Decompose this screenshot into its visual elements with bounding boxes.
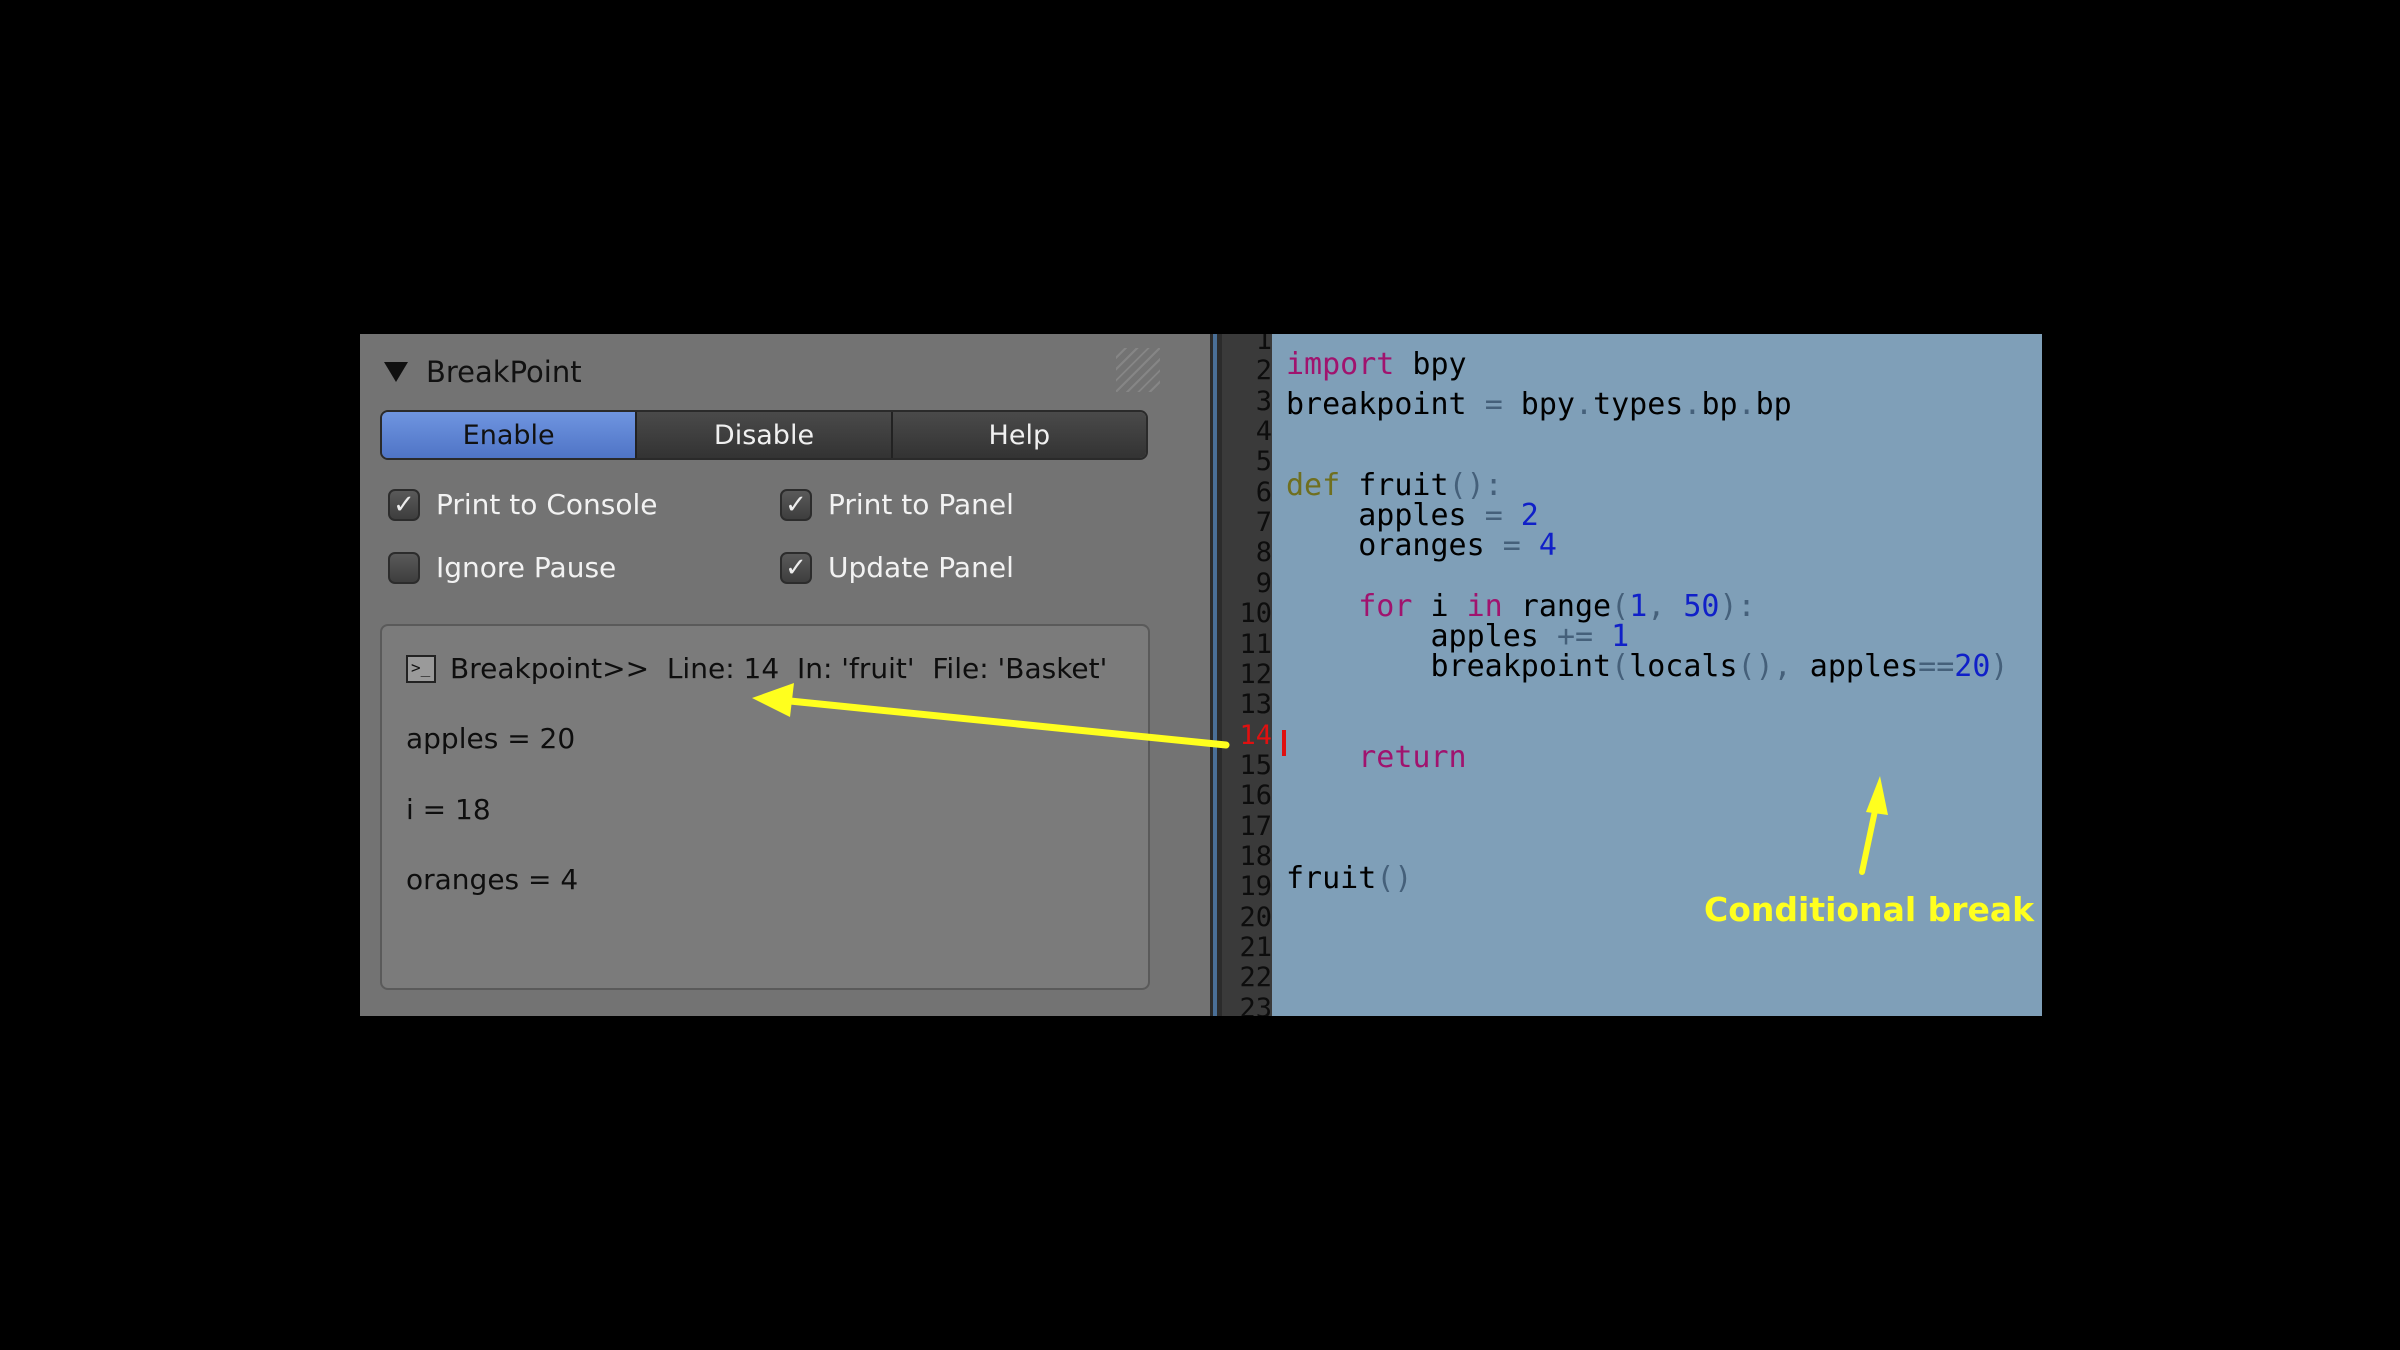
panel-header[interactable]: BreakPoint <box>384 350 582 394</box>
ignore-pause-checkbox[interactable] <box>388 551 420 584</box>
line-number: 21 <box>1239 932 1272 963</box>
line-number: 8 <box>1255 537 1272 569</box>
update-panel-checkbox[interactable]: ✓ <box>780 551 812 584</box>
output-line-oranges: oranges = 4 <box>406 863 579 896</box>
line-number: 13 <box>1239 689 1272 721</box>
code-line-2: import bpy <box>1286 347 1467 382</box>
line-number: 12 <box>1239 658 1272 690</box>
line-number: 20 <box>1239 901 1272 933</box>
conditional-break-annotation: Conditional break <box>1704 890 2035 929</box>
print-to-panel-label: Print to Panel <box>828 488 1014 521</box>
screenshot-stage: BreakPoint Enable Disable Help ✓ Print t… <box>0 0 2400 1350</box>
line-number: 9 <box>1255 567 1272 599</box>
code-line-12: for i in range(1, 50): <box>1358 589 1756 624</box>
output-line-i: i = 18 <box>406 793 491 826</box>
print-to-console-label: Print to Console <box>436 488 658 521</box>
text-editor[interactable]: 1 2 3 4 5 6 7 8 9 10 11 12 13 14 15 16 17 18 19 20 21 22 23 im… <box>1222 334 2042 1016</box>
code-line-13: apples += 1 <box>1286 619 1630 654</box>
line-number: 19 <box>1239 871 1272 903</box>
collapse-triangle-icon[interactable] <box>384 362 408 382</box>
ignore-pause-option[interactable]: Ignore Pause <box>388 551 616 584</box>
area-divider[interactable] <box>1210 334 1222 1016</box>
mode-button-group: Enable Disable Help <box>380 410 1148 460</box>
print-to-panel-option[interactable]: ✓ Print to Panel <box>780 488 1014 521</box>
code-line-9: apples = 2 <box>1286 498 1539 533</box>
code-line-8: def fruit(): <box>1286 468 1503 503</box>
line-number: 11 <box>1239 628 1272 660</box>
code-line-17: return <box>1358 740 1467 775</box>
output-line-apples: apples = 20 <box>406 722 576 755</box>
print-to-console-option[interactable]: ✓ Print to Console <box>388 488 657 521</box>
line-number: 15 <box>1239 749 1272 781</box>
update-panel-option[interactable]: ✓ Update Panel <box>780 551 1014 584</box>
print-to-console-checkbox[interactable]: ✓ <box>388 488 420 521</box>
code-line-10: oranges = 4 <box>1286 528 1557 563</box>
print-to-panel-checkbox[interactable]: ✓ <box>780 488 812 521</box>
breakpoint-panel: BreakPoint Enable Disable Help ✓ Print t… <box>360 334 1210 1016</box>
code-line-21: fruit() <box>1286 861 1413 896</box>
line-number: 4 <box>1255 416 1272 448</box>
enable-button[interactable]: Enable <box>382 412 638 458</box>
line-number: 3 <box>1255 385 1272 417</box>
line-number: 23 <box>1239 992 1272 1016</box>
line-number: 5 <box>1255 446 1272 478</box>
line-number: 16 <box>1239 780 1272 812</box>
line-number: 7 <box>1255 507 1272 539</box>
panel-title: BreakPoint <box>426 355 582 389</box>
line-number: 17 <box>1239 810 1272 842</box>
line-number: 1 <box>1255 334 1272 356</box>
code-line-14: breakpoint(locals(), apples==20) <box>1286 649 2009 684</box>
output-header-text: Breakpoint>> Line: 14 In: 'fruit' File: … <box>450 652 1108 685</box>
help-button[interactable]: Help <box>892 412 1146 458</box>
line-number: 22 <box>1239 962 1272 994</box>
line-number: 6 <box>1255 476 1272 508</box>
line-number: 18 <box>1239 840 1272 872</box>
breakpoint-output-box: >_ Breakpoint>> Line: 14 In: 'fruit' Fil… <box>380 624 1150 990</box>
output-header: >_ Breakpoint>> Line: 14 In: 'fruit' Fil… <box>406 652 1107 685</box>
disable-button[interactable]: Disable <box>637 412 893 458</box>
line-number: 10 <box>1239 598 1272 630</box>
update-panel-label: Update Panel <box>828 551 1014 584</box>
ignore-pause-label: Ignore Pause <box>436 551 617 584</box>
line-number: 2 <box>1255 355 1272 387</box>
code-line-4: breakpoint = bpy.types.bp.bp <box>1286 387 1792 422</box>
panel-grip-icon[interactable] <box>1116 348 1160 392</box>
line-number: 14 <box>1239 719 1272 751</box>
console-icon: >_ <box>406 654 436 683</box>
